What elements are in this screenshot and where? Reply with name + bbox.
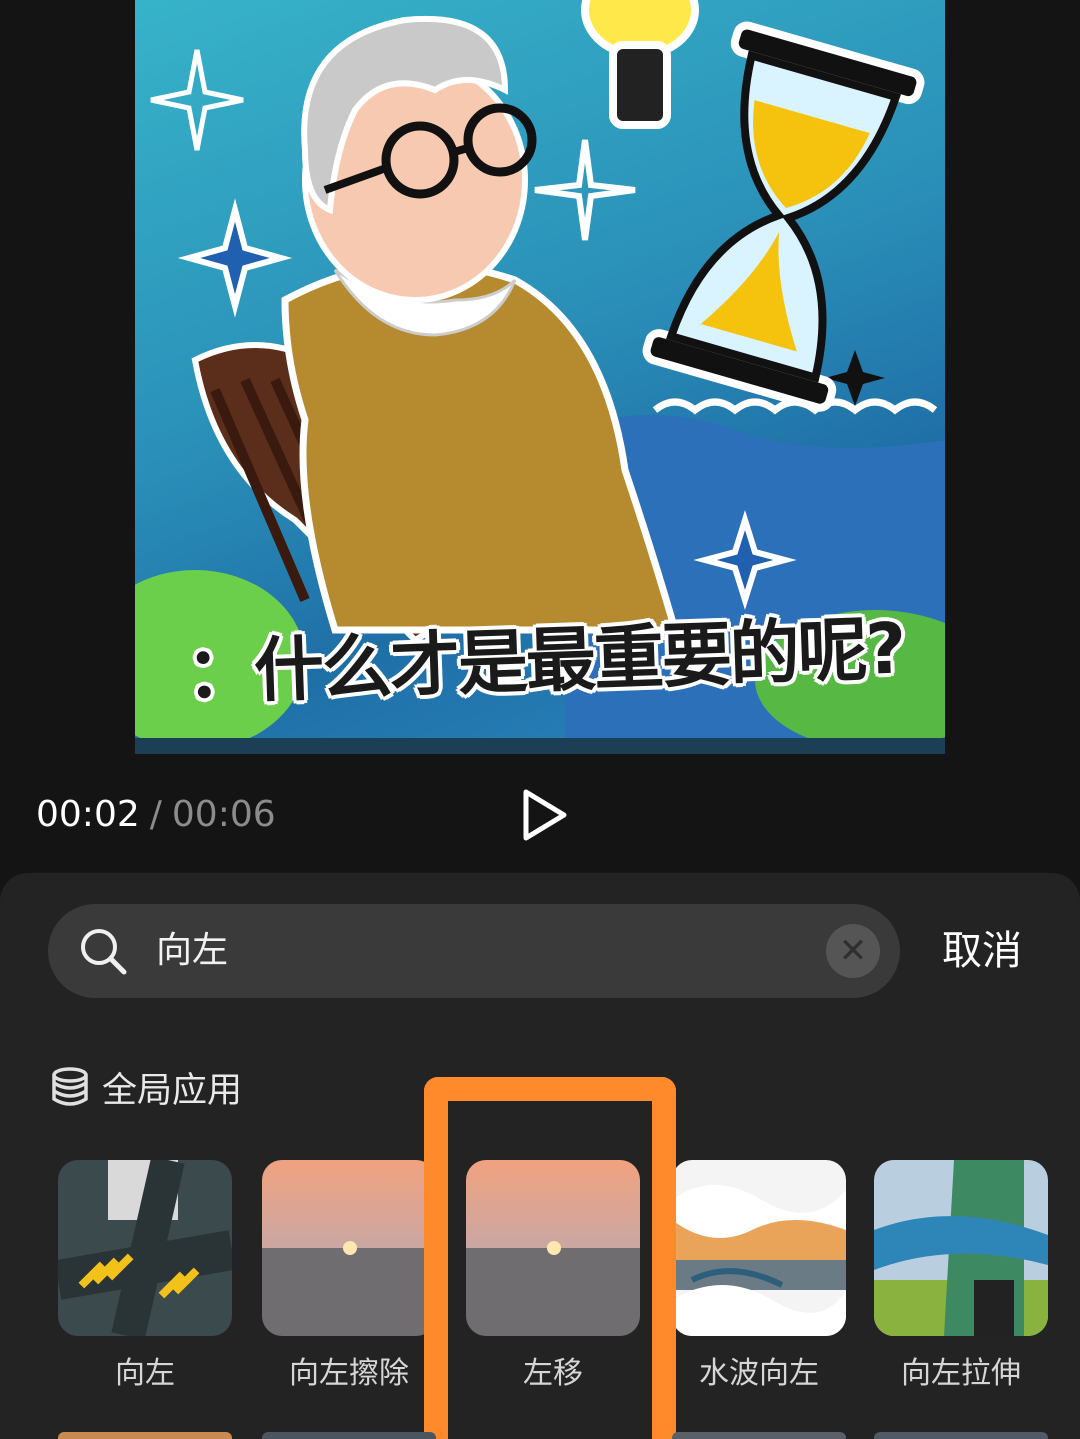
play-icon[interactable] — [514, 786, 572, 844]
next-row-thumb — [874, 1432, 1048, 1439]
global-apply-button[interactable]: 全局应用 — [50, 1062, 242, 1112]
preview-bottom-strip — [135, 738, 945, 754]
search-bar[interactable]: 向左 ✕ — [48, 904, 900, 998]
effect-label: 水波向左 — [699, 1356, 819, 1391]
cancel-button[interactable]: 取消 — [942, 922, 1022, 980]
next-row-thumb — [58, 1432, 232, 1439]
effect-thumb-sunset-sea-1[interactable] — [262, 1160, 436, 1336]
effect-thumb-skateboarder[interactable] — [874, 1160, 1048, 1336]
global-apply-label: 全局应用 — [102, 1070, 243, 1111]
next-row-thumb — [672, 1432, 846, 1439]
stack-icon — [50, 1066, 90, 1108]
effect-label: 向左 — [115, 1356, 175, 1391]
effect-thumb-aerial-crosswalk[interactable] — [58, 1160, 232, 1336]
playback-time: 00:02/00:06 — [36, 792, 276, 838]
search-icon — [78, 926, 128, 976]
effect-label: 左移 — [523, 1356, 583, 1391]
effect-label: 向左擦除 — [289, 1356, 409, 1391]
effect-thumb-water-splash[interactable] — [672, 1160, 846, 1336]
current-time: 00:02 — [36, 794, 140, 835]
total-time: 00:06 — [171, 794, 276, 835]
effect-thumb-sunset-sea-2[interactable] — [466, 1160, 640, 1336]
next-row-thumb — [262, 1432, 436, 1439]
video-preview: ：什么才是最重要的呢? — [135, 0, 945, 754]
clear-icon[interactable]: ✕ — [826, 924, 880, 978]
time-separator: / — [149, 794, 162, 835]
effect-label: 向左拉伸 — [901, 1356, 1021, 1391]
search-input[interactable]: 向左 — [156, 904, 228, 998]
